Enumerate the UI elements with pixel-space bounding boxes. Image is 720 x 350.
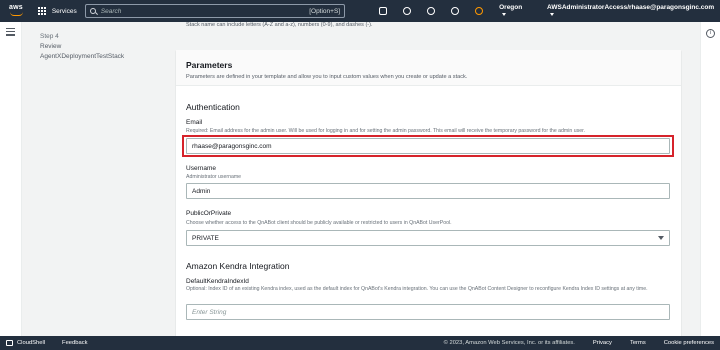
parameters-header: Parameters Parameters are defined in you… <box>176 50 681 86</box>
authentication-title: Authentication <box>186 102 240 112</box>
step-title[interactable]: Review <box>40 43 170 50</box>
email-description: Required: Email address for the admin us… <box>186 128 585 134</box>
cookie-preferences-link[interactable]: Cookie preferences <box>664 340 714 346</box>
region-selector[interactable]: Oregon <box>499 4 529 18</box>
account-menu[interactable]: AWSAdministratorAccess/rhaase@paragonsgi… <box>547 4 720 18</box>
email-field-highlight <box>182 135 674 157</box>
public-or-private-select[interactable]: PRIVATE <box>186 230 670 246</box>
help-icon[interactable] <box>427 7 436 15</box>
services-menu[interactable]: Services <box>52 8 77 15</box>
settings-icon[interactable] <box>451 7 460 15</box>
kendra-index-field[interactable]: Enter String <box>186 304 670 320</box>
copyright-text: © 2023, Amazon Web Services, Inc. or its… <box>443 340 575 346</box>
right-rail: i <box>700 22 720 336</box>
parameters-title: Parameters <box>186 60 233 70</box>
username-description: Administrator username <box>186 174 242 180</box>
username-field[interactable]: Admin <box>186 183 670 199</box>
cloudshell-button[interactable]: CloudShell <box>17 340 45 346</box>
feedback-link[interactable]: Feedback <box>62 340 87 346</box>
parameters-panel: Parameters Parameters are defined in you… <box>176 50 681 340</box>
menu-icon[interactable] <box>6 28 15 38</box>
footer: CloudShell Feedback © 2023, Amazon Web S… <box>0 336 720 350</box>
account-label: AWSAdministratorAccess/rhaase@paragonsgi… <box>547 4 715 11</box>
aws-logo-text: aws <box>9 4 23 11</box>
stack-name-note: Stack name can include letters (A-Z and … <box>186 22 373 28</box>
cloudshell-icon[interactable] <box>6 340 13 346</box>
left-rail <box>0 22 22 336</box>
search-icon <box>89 8 96 14</box>
region-label: Oregon <box>499 4 523 11</box>
aws-smile-icon <box>10 12 23 16</box>
aws-logo[interactable]: aws <box>8 4 28 18</box>
kendra-title: Amazon Kendra Integration <box>186 261 290 271</box>
kendra-index-label: DefaultKendraIndexId <box>186 278 249 285</box>
kendra-index-description: Optional: Index ID of an existing Kendra… <box>186 286 648 292</box>
public-or-private-description: Choose whether access to the QnABot clie… <box>186 220 452 226</box>
privacy-link[interactable]: Privacy <box>593 340 612 346</box>
cloudshell-icon[interactable] <box>379 7 388 15</box>
service-status-icon[interactable] <box>475 7 484 15</box>
username-label: Username <box>186 165 216 172</box>
chevron-down-icon <box>502 12 507 16</box>
terms-link[interactable]: Terms <box>630 340 646 346</box>
chevron-down-icon <box>550 12 555 16</box>
parameters-description: Parameters are defined in your template … <box>186 74 468 80</box>
info-icon[interactable]: i <box>706 29 715 38</box>
email-label: Email <box>186 119 203 126</box>
public-or-private-label: PublicOrPrivate <box>186 210 232 217</box>
wizard-steps: Step 4 Review AgentXDeploymentTestStack <box>40 33 170 63</box>
notifications-icon[interactable] <box>403 7 412 15</box>
services-grid-icon[interactable] <box>37 6 47 16</box>
step-number: Step 4 <box>40 33 59 40</box>
nav-icon-group <box>379 7 484 15</box>
search-input[interactable]: Search [Option+S] <box>84 4 346 18</box>
caret-down-icon <box>658 236 664 240</box>
stack-name-label: AgentXDeploymentTestStack <box>40 53 125 60</box>
top-navigation: aws Services Search [Option+S] Oregon AW… <box>0 0 720 22</box>
search-placeholder: Search <box>100 7 122 15</box>
public-or-private-value: PRIVATE <box>192 234 219 242</box>
search-shortcut: [Option+S] <box>309 7 341 15</box>
